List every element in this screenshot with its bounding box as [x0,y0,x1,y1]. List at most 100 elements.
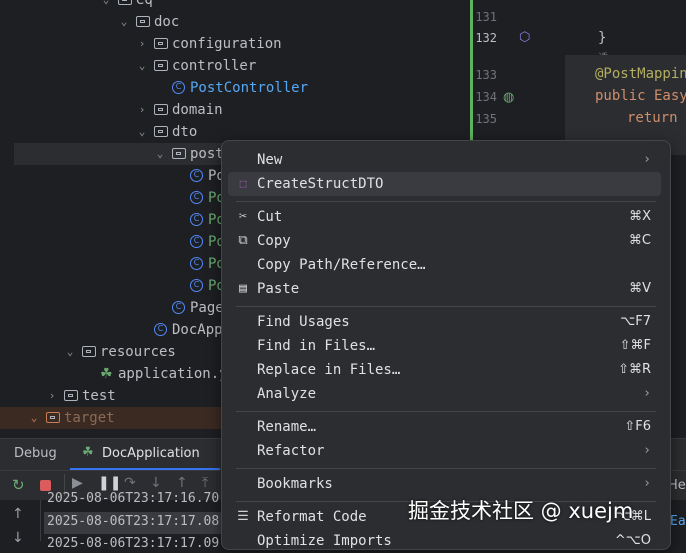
stop-icon[interactable] [40,480,51,491]
plugin-icon: ⬚ [239,177,247,190]
folder-icon [46,412,60,423]
menu-item-refactor[interactable]: Refactor › [228,439,661,463]
paste-icon: ▤ [239,281,247,296]
class-icon: C [190,257,203,270]
tree-item-postcontroller[interactable]: C PostController [0,77,470,99]
menu-item-label: Bookmarks [257,476,333,492]
step-out-icon[interactable]: ↑ [176,475,188,491]
tab-docapplication[interactable]: ☘ DocApplication [70,439,220,470]
menu-item-paste[interactable]: ▤ Paste ⌘V [228,277,661,301]
scroll-down-icon[interactable]: ↓ [12,530,24,546]
menu-item-label: Copy [257,233,291,249]
menu-item-copy[interactable]: ⧉ Copy ⌘C [228,229,661,253]
menu-separator [236,201,656,202]
log-line: 2025-08-06T23:17:17.08 [47,514,220,529]
menu-item-find-in-files[interactable]: Find in Files… ⇧⌘F [228,334,661,358]
tab-debug[interactable]: Debug [14,446,57,461]
folder-icon [154,60,168,71]
chevron-down-icon[interactable]: ⌄ [154,143,166,165]
folder-icon [154,38,168,49]
chevron-right-icon[interactable]: › [46,385,58,407]
class-icon: C [190,191,203,204]
folder-icon [118,0,132,5]
shortcut: ⌥F7 [620,314,651,329]
class-icon: C [172,301,185,314]
shortcut: ⇧F6 [624,419,651,434]
menu-item-label: Paste [257,281,300,297]
class-icon: C [172,81,185,94]
menu-separator [236,468,656,469]
class-icon: C [190,169,203,182]
shortcut: ⇧⌘R [618,362,651,377]
menu-separator [236,306,656,307]
tree-item-eq[interactable]: ⌄ eq [0,0,470,11]
resources-folder-icon [82,346,96,357]
chevron-down-icon[interactable]: ⌄ [100,0,112,11]
run-to-cursor-icon[interactable]: ⤒ [202,475,208,491]
endpoint-gutter-icon[interactable]: ◍ [503,90,514,105]
menu-item-bookmarks[interactable]: Bookmarks › [228,472,661,496]
code-method: public EasyP [595,88,686,104]
scroll-up-icon[interactable]: ↑ [12,506,24,522]
class-icon: C [190,213,203,226]
chevron-down-icon[interactable]: ⌄ [136,121,148,143]
menu-item-new[interactable]: New › [228,148,661,172]
log-right-text: Ea [670,514,686,529]
rerun-icon[interactable]: ↻ [12,476,25,494]
menu-item-label: Rename… [257,419,317,435]
chevron-down-icon[interactable]: ⌄ [118,11,130,33]
code-annotation: @PostMapping [595,66,686,82]
chevron-down-icon[interactable]: ⌄ [136,55,148,77]
menu-item-cut[interactable]: ✂ Cut ⌘X [228,205,661,229]
folder-icon [172,148,186,159]
menu-item-createstructdto[interactable]: ⬚ CreateStructDTO [228,172,661,196]
override-gutter-icon[interactable]: ⬡ [519,30,530,45]
step-over-icon[interactable]: ↷ [124,475,136,491]
context-menu: New › ⬚ CreateStructDTO ✂ Cut ⌘X ⧉ Copy … [221,140,671,550]
class-icon: C [190,279,203,292]
step-into-icon[interactable]: ↓ [150,475,162,491]
menu-item-analyze[interactable]: Analyze › [228,382,661,406]
menu-item-copy-path[interactable]: Copy Path/Reference… [228,253,661,277]
menu-item-label: Analyze [257,386,317,402]
menu-item-label: Optimize Imports [257,533,392,549]
menu-item-label: Refactor [257,443,325,459]
line-number: 132 [475,31,497,45]
spring-icon: ☘ [82,445,94,460]
menu-item-rename[interactable]: Rename… ⇧F6 [228,415,661,439]
code-return: return e [627,110,686,126]
menu-item-find-usages[interactable]: Find Usages ⌥F7 [228,310,661,334]
menu-item-optimize-imports[interactable]: Optimize Imports ^⌥O [228,529,661,553]
menu-item-label: Find in Files… [257,338,376,354]
menu-item-label: New [257,152,283,168]
resume-icon[interactable]: ▶ [72,475,83,491]
chevron-down-icon[interactable]: ⌄ [28,407,40,429]
shortcut: ⌘X [629,209,651,224]
menu-item-replace-in-files[interactable]: Replace in Files… ⇧⌘R [228,358,661,382]
folder-icon [64,390,78,401]
folder-icon [154,126,168,137]
chevron-right-icon: › [643,152,651,167]
tree-item-configuration[interactable]: › configuration [0,33,470,55]
tree-item-controller[interactable]: ⌄ controller [0,55,470,77]
menu-item-label: Cut [257,209,283,225]
line-number: 134 [475,90,497,104]
chevron-right-icon[interactable]: › [136,99,148,121]
reformat-icon: ☰ [237,509,249,524]
leaf-icon: ☘ [100,366,113,382]
log-line: 2025-08-06T23:17:17.09 [47,536,220,551]
tree-item-doc[interactable]: ⌄ doc [0,11,470,33]
folder-icon [136,16,150,27]
spring-class-icon: C [154,323,167,336]
menu-item-label: Copy Path/Reference… [257,257,426,273]
shortcut: ^⌥O [614,533,651,548]
chevron-down-icon[interactable]: ⌄ [64,341,76,363]
chevron-right-icon[interactable]: › [136,33,148,55]
tree-item-domain[interactable]: › domain [0,99,470,121]
shortcut: ⌘C [628,233,651,248]
log-line-selected[interactable]: 2025-08-06T23:17:17.08 [44,512,234,534]
folder-icon [154,104,168,115]
divider [40,500,41,541]
pause-icon[interactable]: ❚❚ [98,475,121,491]
line-number: 133 [475,68,497,82]
